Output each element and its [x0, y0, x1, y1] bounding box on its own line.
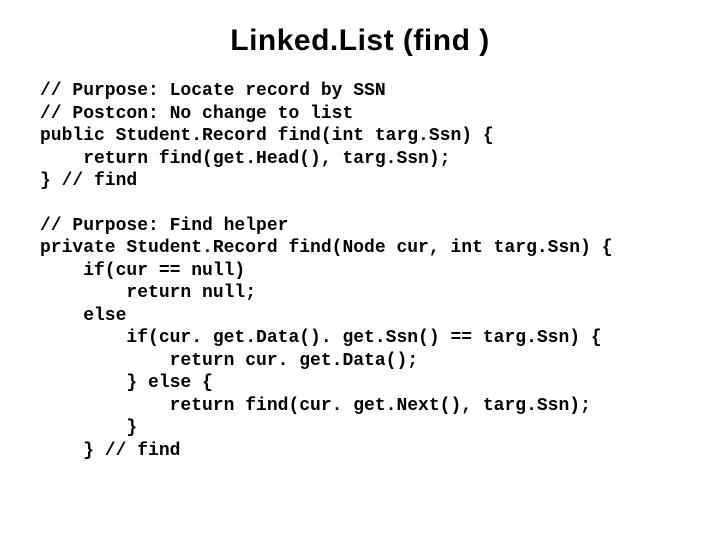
code-line: return find(get.Head(), targ.Ssn); [40, 149, 450, 169]
slide: Linked.List (find ) // Purpose: Locate r… [0, 0, 720, 540]
code-line: // Purpose: Find helper [40, 216, 288, 236]
code-line: else [40, 306, 126, 326]
code-line: private Student.Record find(Node cur, in… [40, 238, 613, 258]
code-line: return cur. get.Data(); [40, 351, 418, 371]
code-line: if(cur. get.Data(). get.Ssn() == targ.Ss… [40, 328, 602, 348]
code-line: return find(cur. get.Next(), targ.Ssn); [40, 396, 591, 416]
code-line: } else { [40, 373, 213, 393]
code-line: } [40, 418, 137, 438]
slide-title: Linked.List (find ) [40, 24, 680, 58]
code-line: } // find [40, 171, 137, 191]
code-block-2: // Purpose: Find helper private Student.… [40, 215, 680, 463]
code-line: // Purpose: Locate record by SSN [40, 81, 386, 101]
code-line: // Postcon: No change to list [40, 104, 353, 124]
code-line: public Student.Record find(int targ.Ssn)… [40, 126, 494, 146]
code-line: } // find [40, 441, 180, 461]
code-block-1: // Purpose: Locate record by SSN // Post… [40, 80, 680, 193]
spacer [40, 193, 680, 215]
code-line: return null; [40, 283, 256, 303]
code-line: if(cur == null) [40, 261, 245, 281]
